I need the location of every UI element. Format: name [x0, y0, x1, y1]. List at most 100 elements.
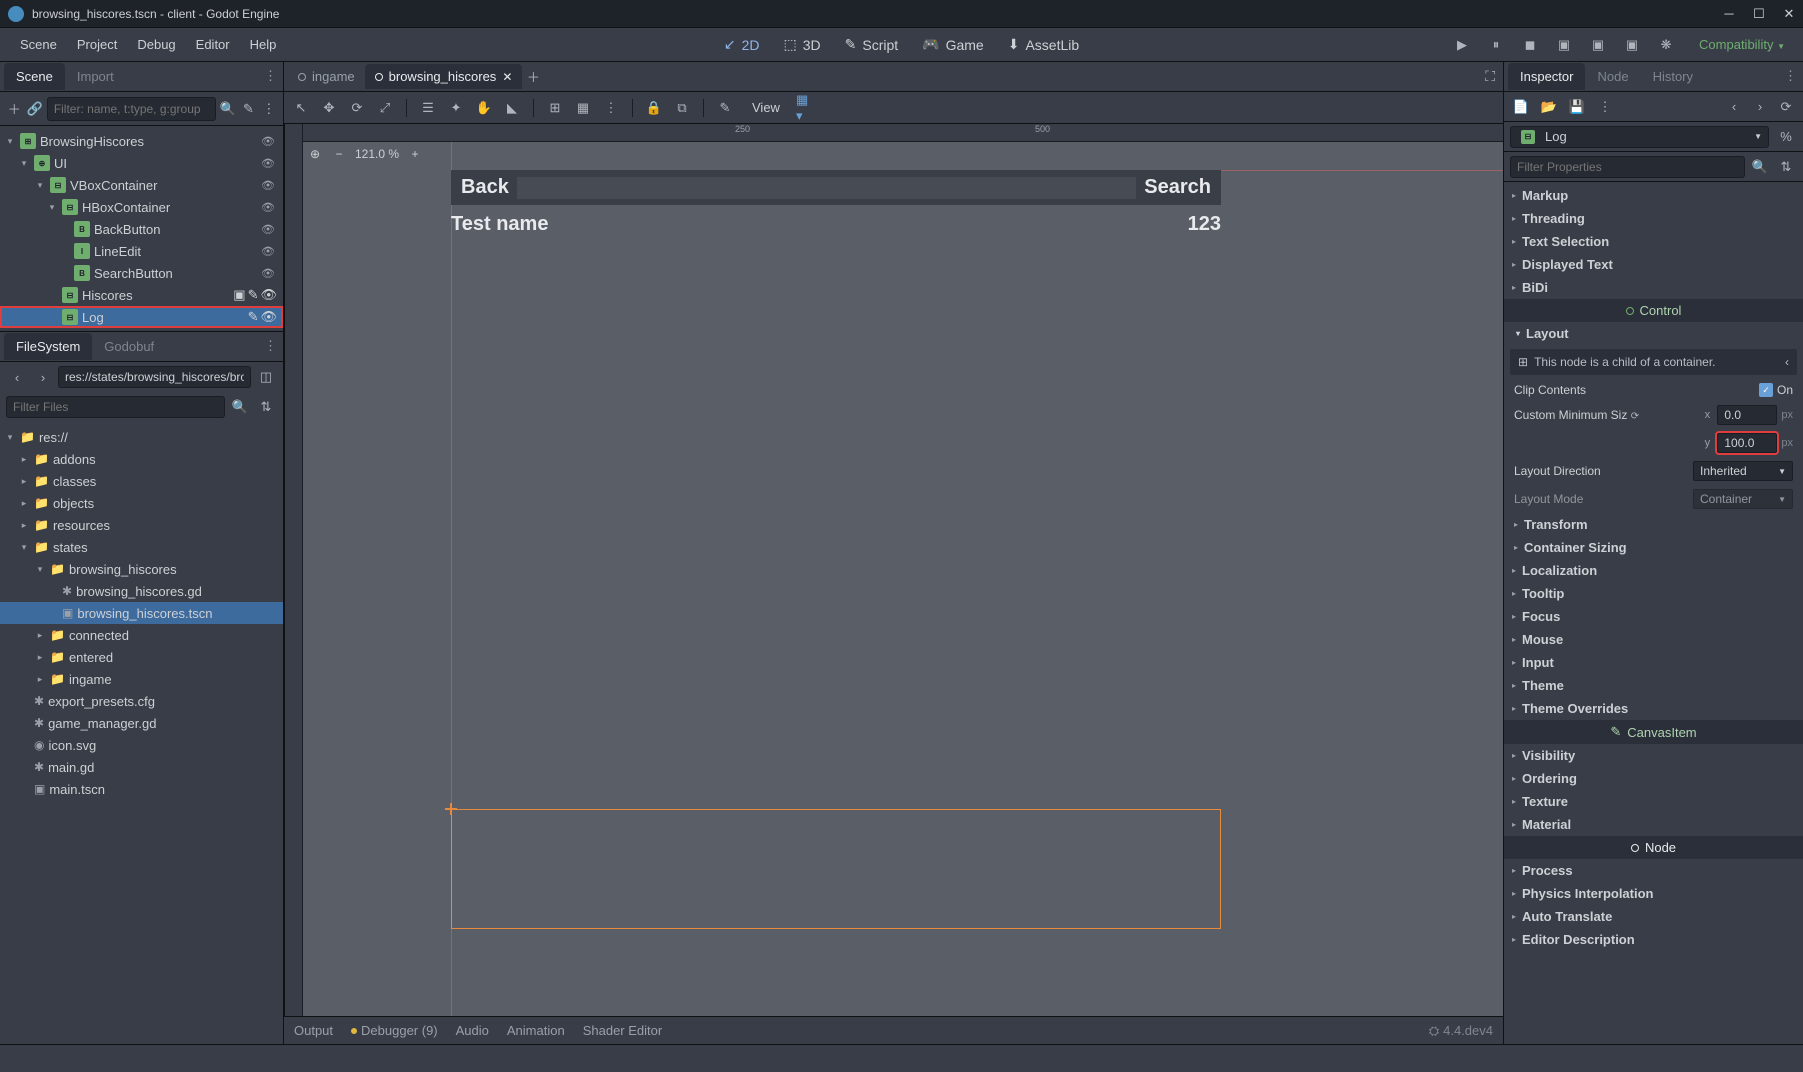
visibility-toggle-icon[interactable]: 👁: [261, 135, 277, 148]
window-close-button[interactable]: ✕: [1783, 8, 1795, 20]
snap-options-icon[interactable]: ⋮: [600, 97, 622, 119]
min-size-y-input[interactable]: 100.0: [1717, 433, 1777, 453]
movie-maker-button[interactable]: ▣: [1621, 34, 1643, 56]
scene-filter-input[interactable]: [47, 97, 216, 121]
scene-tab-ingame[interactable]: ingame: [288, 64, 365, 89]
ruler-tool-icon[interactable]: ◣: [501, 97, 523, 119]
grid-toggle-icon[interactable]: ▦ ▾: [796, 97, 818, 119]
section-tooltip[interactable]: ▸Tooltip: [1504, 582, 1803, 605]
grid-snap-icon[interactable]: ▦: [572, 97, 594, 119]
section-theme[interactable]: ▸Theme: [1504, 674, 1803, 697]
node-vboxcontainer[interactable]: ▾⊟VBoxContainer👁: [0, 174, 283, 196]
unique-name-icon[interactable]: %: [1775, 126, 1797, 148]
fs-resources[interactable]: ▸📁resources: [0, 514, 283, 536]
info-expand-icon[interactable]: ‹: [1785, 355, 1789, 369]
class-control-header[interactable]: Control: [1504, 299, 1803, 322]
tab-audio[interactable]: Audio: [456, 1023, 489, 1038]
search-icon[interactable]: 🔍: [229, 396, 251, 418]
visibility-toggle-icon[interactable]: 👁: [261, 201, 277, 214]
lock-icon[interactable]: 🔒: [643, 97, 665, 119]
section-bidi[interactable]: ▸BiDi: [1504, 276, 1803, 299]
tab-output[interactable]: Output: [294, 1023, 333, 1038]
fs-icon-svg[interactable]: ◉icon.svg: [0, 734, 283, 756]
close-tab-icon[interactable]: ✕: [502, 70, 512, 84]
workspace-game-button[interactable]: 🎮 Game: [912, 30, 994, 59]
section-markup[interactable]: ▸Markup: [1504, 184, 1803, 207]
pan-tool-icon[interactable]: ✋: [473, 97, 495, 119]
tab-animation[interactable]: Animation: [507, 1023, 565, 1038]
section-container-sizing[interactable]: ▸Container Sizing: [1504, 536, 1803, 559]
fs-classes[interactable]: ▸📁classes: [0, 470, 283, 492]
visibility-toggle-icon[interactable]: 👁: [260, 287, 277, 303]
history-refresh-icon[interactable]: ⟳: [1775, 96, 1797, 118]
fs-main-tscn[interactable]: ▣main.tscn: [0, 778, 283, 800]
nav-forward-button[interactable]: ›: [32, 366, 54, 388]
fs-connected[interactable]: ▸📁connected: [0, 624, 283, 646]
visibility-toggle-icon[interactable]: 👁: [261, 157, 277, 170]
section-localization[interactable]: ▸Localization: [1504, 559, 1803, 582]
menu-help[interactable]: Help: [240, 31, 287, 58]
scene-tab-browsing-hiscores[interactable]: browsing_hiscores ✕: [365, 64, 523, 89]
history-forward-icon[interactable]: ›: [1749, 96, 1771, 118]
node-hboxcontainer[interactable]: ▾⊟HBoxContainer👁: [0, 196, 283, 218]
section-layout[interactable]: ▾Layout: [1504, 322, 1803, 345]
inspector-filter-input[interactable]: [1510, 156, 1745, 178]
play-scene-button[interactable]: ▣: [1553, 34, 1575, 56]
2d-viewport[interactable]: 250 500 ⊕ − 121.0 % + Back Search: [284, 124, 1503, 1016]
menu-scene[interactable]: Scene: [10, 31, 67, 58]
tab-godobuf[interactable]: Godobuf: [92, 333, 166, 360]
save-resource-icon[interactable]: 💾: [1566, 96, 1588, 118]
section-ordering[interactable]: ▸Ordering: [1504, 767, 1803, 790]
reset-icon[interactable]: ⟳: [1631, 411, 1639, 422]
sort-options-button[interactable]: ⇅: [255, 396, 277, 418]
node-backbutton[interactable]: BBackButton👁: [0, 218, 283, 240]
node-ui[interactable]: ▾⊕UI👁: [0, 152, 283, 174]
renderer-dropdown[interactable]: Compatibility ▼: [1691, 33, 1793, 56]
fs-states[interactable]: ▾📁states: [0, 536, 283, 558]
tab-history[interactable]: History: [1641, 63, 1705, 90]
workspace-script-button[interactable]: ✎ Script: [835, 30, 909, 59]
scene-extra-menu-icon[interactable]: ⋮: [261, 98, 277, 120]
filter-options-icon[interactable]: ⇅: [1775, 156, 1797, 178]
min-size-x-input[interactable]: 0.0: [1717, 405, 1777, 425]
new-resource-icon[interactable]: 📄: [1510, 96, 1532, 118]
group-icon[interactable]: ⧉: [671, 97, 693, 119]
selection-rect[interactable]: [451, 809, 1221, 929]
path-input[interactable]: [58, 366, 251, 388]
section-process[interactable]: ▸Process: [1504, 859, 1803, 882]
inspector-dock-menu-icon[interactable]: ⋮: [1784, 68, 1797, 84]
menu-editor[interactable]: Editor: [186, 31, 240, 58]
section-visibility[interactable]: ▸Visibility: [1504, 744, 1803, 767]
move-tool-icon[interactable]: ✥: [318, 97, 340, 119]
node-browsinghiscores[interactable]: ▾⊞BrowsingHiscores👁: [0, 130, 283, 152]
script-attached-icon[interactable]: ✎: [248, 309, 259, 325]
menu-project[interactable]: Project: [67, 31, 127, 58]
scale-tool-icon[interactable]: ⤢: [374, 97, 396, 119]
pause-button[interactable]: ⏸: [1485, 34, 1507, 56]
instance-child-button[interactable]: 🔗: [26, 98, 42, 120]
split-mode-button[interactable]: ◫: [255, 366, 277, 388]
class-canvasitem-header[interactable]: ✎CanvasItem: [1504, 720, 1803, 744]
render-settings-button[interactable]: ❋: [1655, 34, 1677, 56]
workspace-3d-button[interactable]: ⬚ 3D: [773, 30, 830, 59]
visibility-toggle-icon[interactable]: 👁: [261, 245, 277, 258]
section-editor-desc[interactable]: ▸Editor Description: [1504, 928, 1803, 951]
distraction-free-button[interactable]: ⛶: [1481, 64, 1499, 89]
filesystem-dock-menu-icon[interactable]: ⋮: [264, 338, 277, 354]
stop-button[interactable]: ◼: [1519, 34, 1541, 56]
node-log[interactable]: ⊟Log ✎👁: [0, 306, 283, 328]
tab-filesystem[interactable]: FileSystem: [4, 333, 92, 360]
section-material[interactable]: ▸Material: [1504, 813, 1803, 836]
pivot-tool-icon[interactable]: ✦: [445, 97, 467, 119]
play-custom-button[interactable]: ▣: [1587, 34, 1609, 56]
object-selector[interactable]: ⊟ Log ▼: [1510, 126, 1769, 148]
instance-icon[interactable]: ▣: [233, 287, 245, 303]
play-button[interactable]: ▶: [1451, 34, 1473, 56]
class-node-header[interactable]: Node: [1504, 836, 1803, 859]
select-tool-icon[interactable]: ↖: [290, 97, 312, 119]
section-theme-overrides[interactable]: ▸Theme Overrides: [1504, 697, 1803, 720]
add-scene-tab-button[interactable]: ＋: [522, 66, 544, 88]
tab-scene[interactable]: Scene: [4, 63, 65, 90]
workspace-assetlib-button[interactable]: ⬇ AssetLib: [998, 30, 1089, 59]
section-physics-interp[interactable]: ▸Physics Interpolation: [1504, 882, 1803, 905]
